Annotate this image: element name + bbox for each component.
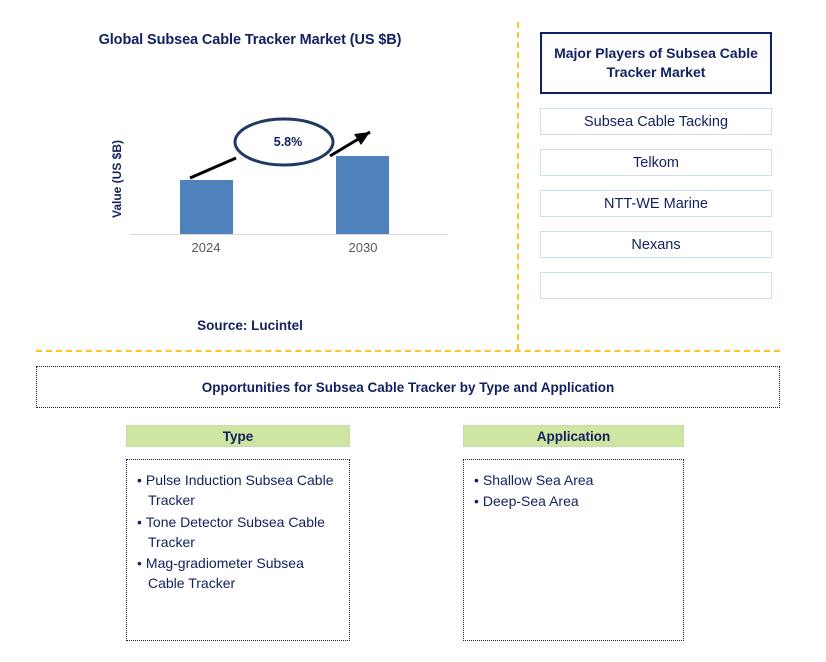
bullet-icon: • <box>137 472 142 488</box>
list-item: • Mag-gradiometer Subsea Cable Tracker <box>137 553 339 594</box>
application-item-1-label: Shallow Sea Area <box>482 472 594 488</box>
bullet-icon: • <box>137 513 142 530</box>
player-item-5-empty[interactable] <box>540 272 772 299</box>
source-label: Source: Lucintel <box>197 318 303 333</box>
major-players-header: Major Players of Subsea Cable Tracker Ma… <box>540 32 772 94</box>
player-item-2[interactable]: Telkom <box>540 149 772 176</box>
type-column: Type • Pulse Induction Subsea Cable Track… <box>126 425 350 641</box>
chart-panel: Global Subsea Cable Tracker Market (US $… <box>0 0 517 350</box>
list-item: • Pulse Induction Subsea Cable Tracker <box>137 470 339 511</box>
x-axis-line <box>130 234 448 235</box>
chart-title: Global Subsea Cable Tracker Market (US $… <box>98 32 402 48</box>
player-item-4[interactable]: Nexans <box>540 231 772 258</box>
panel-divider-vertical <box>517 22 519 350</box>
type-column-header: Type <box>126 425 350 447</box>
type-column-body: • Pulse Induction Subsea Cable Tracker • T… <box>126 459 350 641</box>
x-tick-label-2030: 2030 <box>348 240 378 255</box>
player-item-1[interactable]: Subsea Cable Tacking <box>540 108 772 135</box>
player-item-3[interactable]: NTT-WE Marine <box>540 190 772 217</box>
list-item: • Deep-Sea Area <box>474 491 673 511</box>
bar-chart: Value (US $B) 2024 2030 5.8% <box>110 110 448 255</box>
type-item-1-label: Pulse Induction Subsea Cable Tracker <box>145 472 334 509</box>
application-column: Application • Shallow Sea Area • Deep-Sea … <box>463 425 684 641</box>
application-column-header: Application <box>463 425 684 447</box>
opportunities-banner: Opportunities for Subsea Cable Tracker b… <box>36 366 780 408</box>
bullet-icon: • <box>474 493 479 510</box>
bullet-icon: • <box>474 472 479 488</box>
cagr-value-label: 5.8% <box>273 135 303 149</box>
bullet-icon: • <box>137 555 142 572</box>
application-item-2-label: Deep-Sea Area <box>482 493 579 510</box>
x-tick-label-2024: 2024 <box>191 240 221 255</box>
application-column-body: • Shallow Sea Area • Deep-Sea Area <box>463 459 684 641</box>
type-item-3-label: Mag-gradiometer Subsea Cable Tracker <box>145 555 304 592</box>
y-axis-label: Value (US $B) <box>110 139 124 219</box>
major-players-panel: Major Players of Subsea Cable Tracker Ma… <box>540 32 772 299</box>
bar-2024 <box>180 180 233 234</box>
list-item: • Shallow Sea Area <box>474 470 673 490</box>
panel-divider-horizontal <box>36 350 780 352</box>
list-item: • Tone Detector Subsea Cable Tracker <box>137 512 339 553</box>
type-item-2-label: Tone Detector Subsea Cable Tracker <box>145 513 325 550</box>
